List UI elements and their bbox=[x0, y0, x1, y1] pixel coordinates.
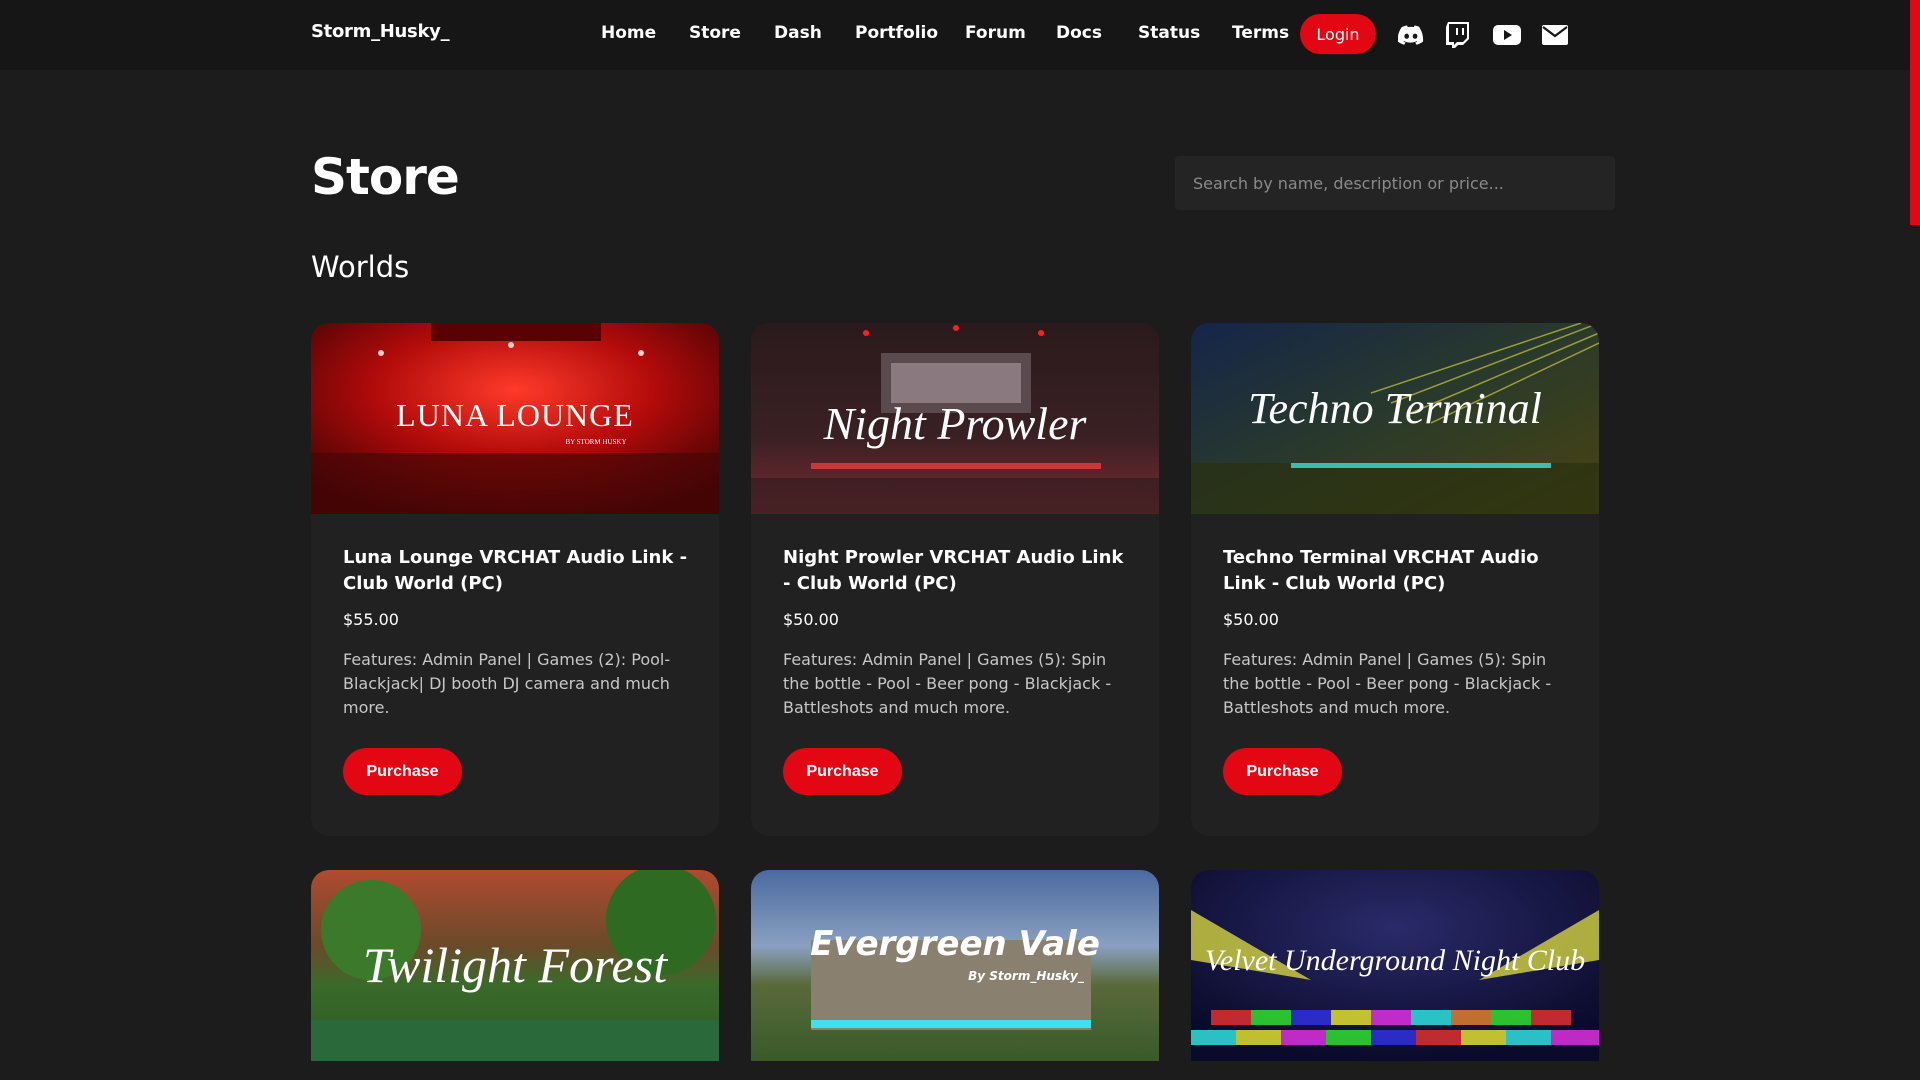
banner-title: LUNA LOUNGE bbox=[396, 397, 634, 433]
nav-docs[interactable]: Docs bbox=[1056, 23, 1102, 43]
product-title[interactable]: Night Prowler VRCHAT Audio Link - Club W… bbox=[783, 545, 1133, 597]
nav-portfolio[interactable]: Portfolio bbox=[855, 23, 938, 43]
mail-icon[interactable] bbox=[1540, 20, 1570, 50]
banner-subtitle: BY STORM HUSKY bbox=[565, 438, 626, 446]
banner-subtitle: By Storm_Husky_ bbox=[968, 969, 1085, 984]
twitch-icon[interactable] bbox=[1443, 20, 1473, 50]
banner-title: Evergreen Vale bbox=[810, 924, 1100, 964]
banner-title: Velvet Underground Night Club bbox=[1205, 944, 1585, 977]
purchase-button[interactable]: Purchase bbox=[1223, 748, 1342, 795]
product-card[interactable]: Twilight Forest bbox=[311, 870, 719, 1061]
section-title-worlds: Worlds bbox=[311, 250, 410, 284]
nav-status[interactable]: Status bbox=[1138, 23, 1200, 43]
product-card: LUNA LOUNGE BY STORM HUSKY Luna Lounge V… bbox=[311, 323, 719, 836]
login-button[interactable]: Login bbox=[1300, 14, 1376, 54]
search-input[interactable] bbox=[1175, 156, 1615, 210]
product-image[interactable]: LUNA LOUNGE BY STORM HUSKY bbox=[311, 323, 719, 514]
purchase-button[interactable]: Purchase bbox=[343, 748, 462, 795]
product-price: $50.00 bbox=[1223, 610, 1279, 629]
nav-store[interactable]: Store bbox=[689, 23, 741, 43]
product-card: Techno Terminal Techno Terminal VRCHAT A… bbox=[1191, 323, 1599, 836]
youtube-icon[interactable] bbox=[1492, 20, 1522, 50]
product-image: Twilight Forest bbox=[311, 870, 719, 1061]
nav-dash[interactable]: Dash bbox=[774, 23, 822, 43]
product-card: Night Prowler Night Prowler VRCHAT Audio… bbox=[751, 323, 1159, 836]
scrollbar-thumb[interactable] bbox=[1910, 0, 1920, 225]
product-price: $55.00 bbox=[343, 610, 399, 629]
navbar: Storm_Husky_ Home Store Dash Portfolio F… bbox=[0, 0, 1920, 70]
product-description: Features: Admin Panel | Games (5): Spin … bbox=[1223, 650, 1552, 717]
banner-title: Twilight Forest bbox=[363, 937, 668, 993]
product-image[interactable]: Night Prowler bbox=[751, 323, 1159, 514]
product-image: Velvet Underground Night Club bbox=[1191, 870, 1599, 1061]
product-image: Evergreen Vale By Storm_Husky_ bbox=[751, 870, 1159, 1061]
product-image[interactable]: Techno Terminal bbox=[1191, 323, 1599, 514]
product-price: $50.00 bbox=[783, 610, 839, 629]
nav-terms[interactable]: Terms bbox=[1232, 23, 1289, 43]
nav-home[interactable]: Home bbox=[601, 23, 656, 43]
discord-icon[interactable] bbox=[1396, 20, 1426, 50]
banner-title: Techno Terminal bbox=[1248, 384, 1542, 433]
brand-logo[interactable]: Storm_Husky_ bbox=[311, 21, 450, 42]
product-card[interactable]: Velvet Underground Night Club bbox=[1191, 870, 1599, 1061]
purchase-button[interactable]: Purchase bbox=[783, 748, 902, 795]
product-card[interactable]: Evergreen Vale By Storm_Husky_ bbox=[751, 870, 1159, 1061]
banner-title: Night Prowler bbox=[823, 398, 1088, 449]
page-title: Store bbox=[311, 148, 460, 206]
product-title[interactable]: Techno Terminal VRCHAT Audio Link - Club… bbox=[1223, 545, 1573, 597]
nav-forum[interactable]: Forum bbox=[965, 23, 1026, 43]
product-description: Features: Admin Panel | Games (2): Pool-… bbox=[343, 650, 671, 717]
product-title[interactable]: Luna Lounge VRCHAT Audio Link - Club Wor… bbox=[343, 545, 693, 597]
product-description: Features: Admin Panel | Games (5): Spin … bbox=[783, 650, 1112, 717]
